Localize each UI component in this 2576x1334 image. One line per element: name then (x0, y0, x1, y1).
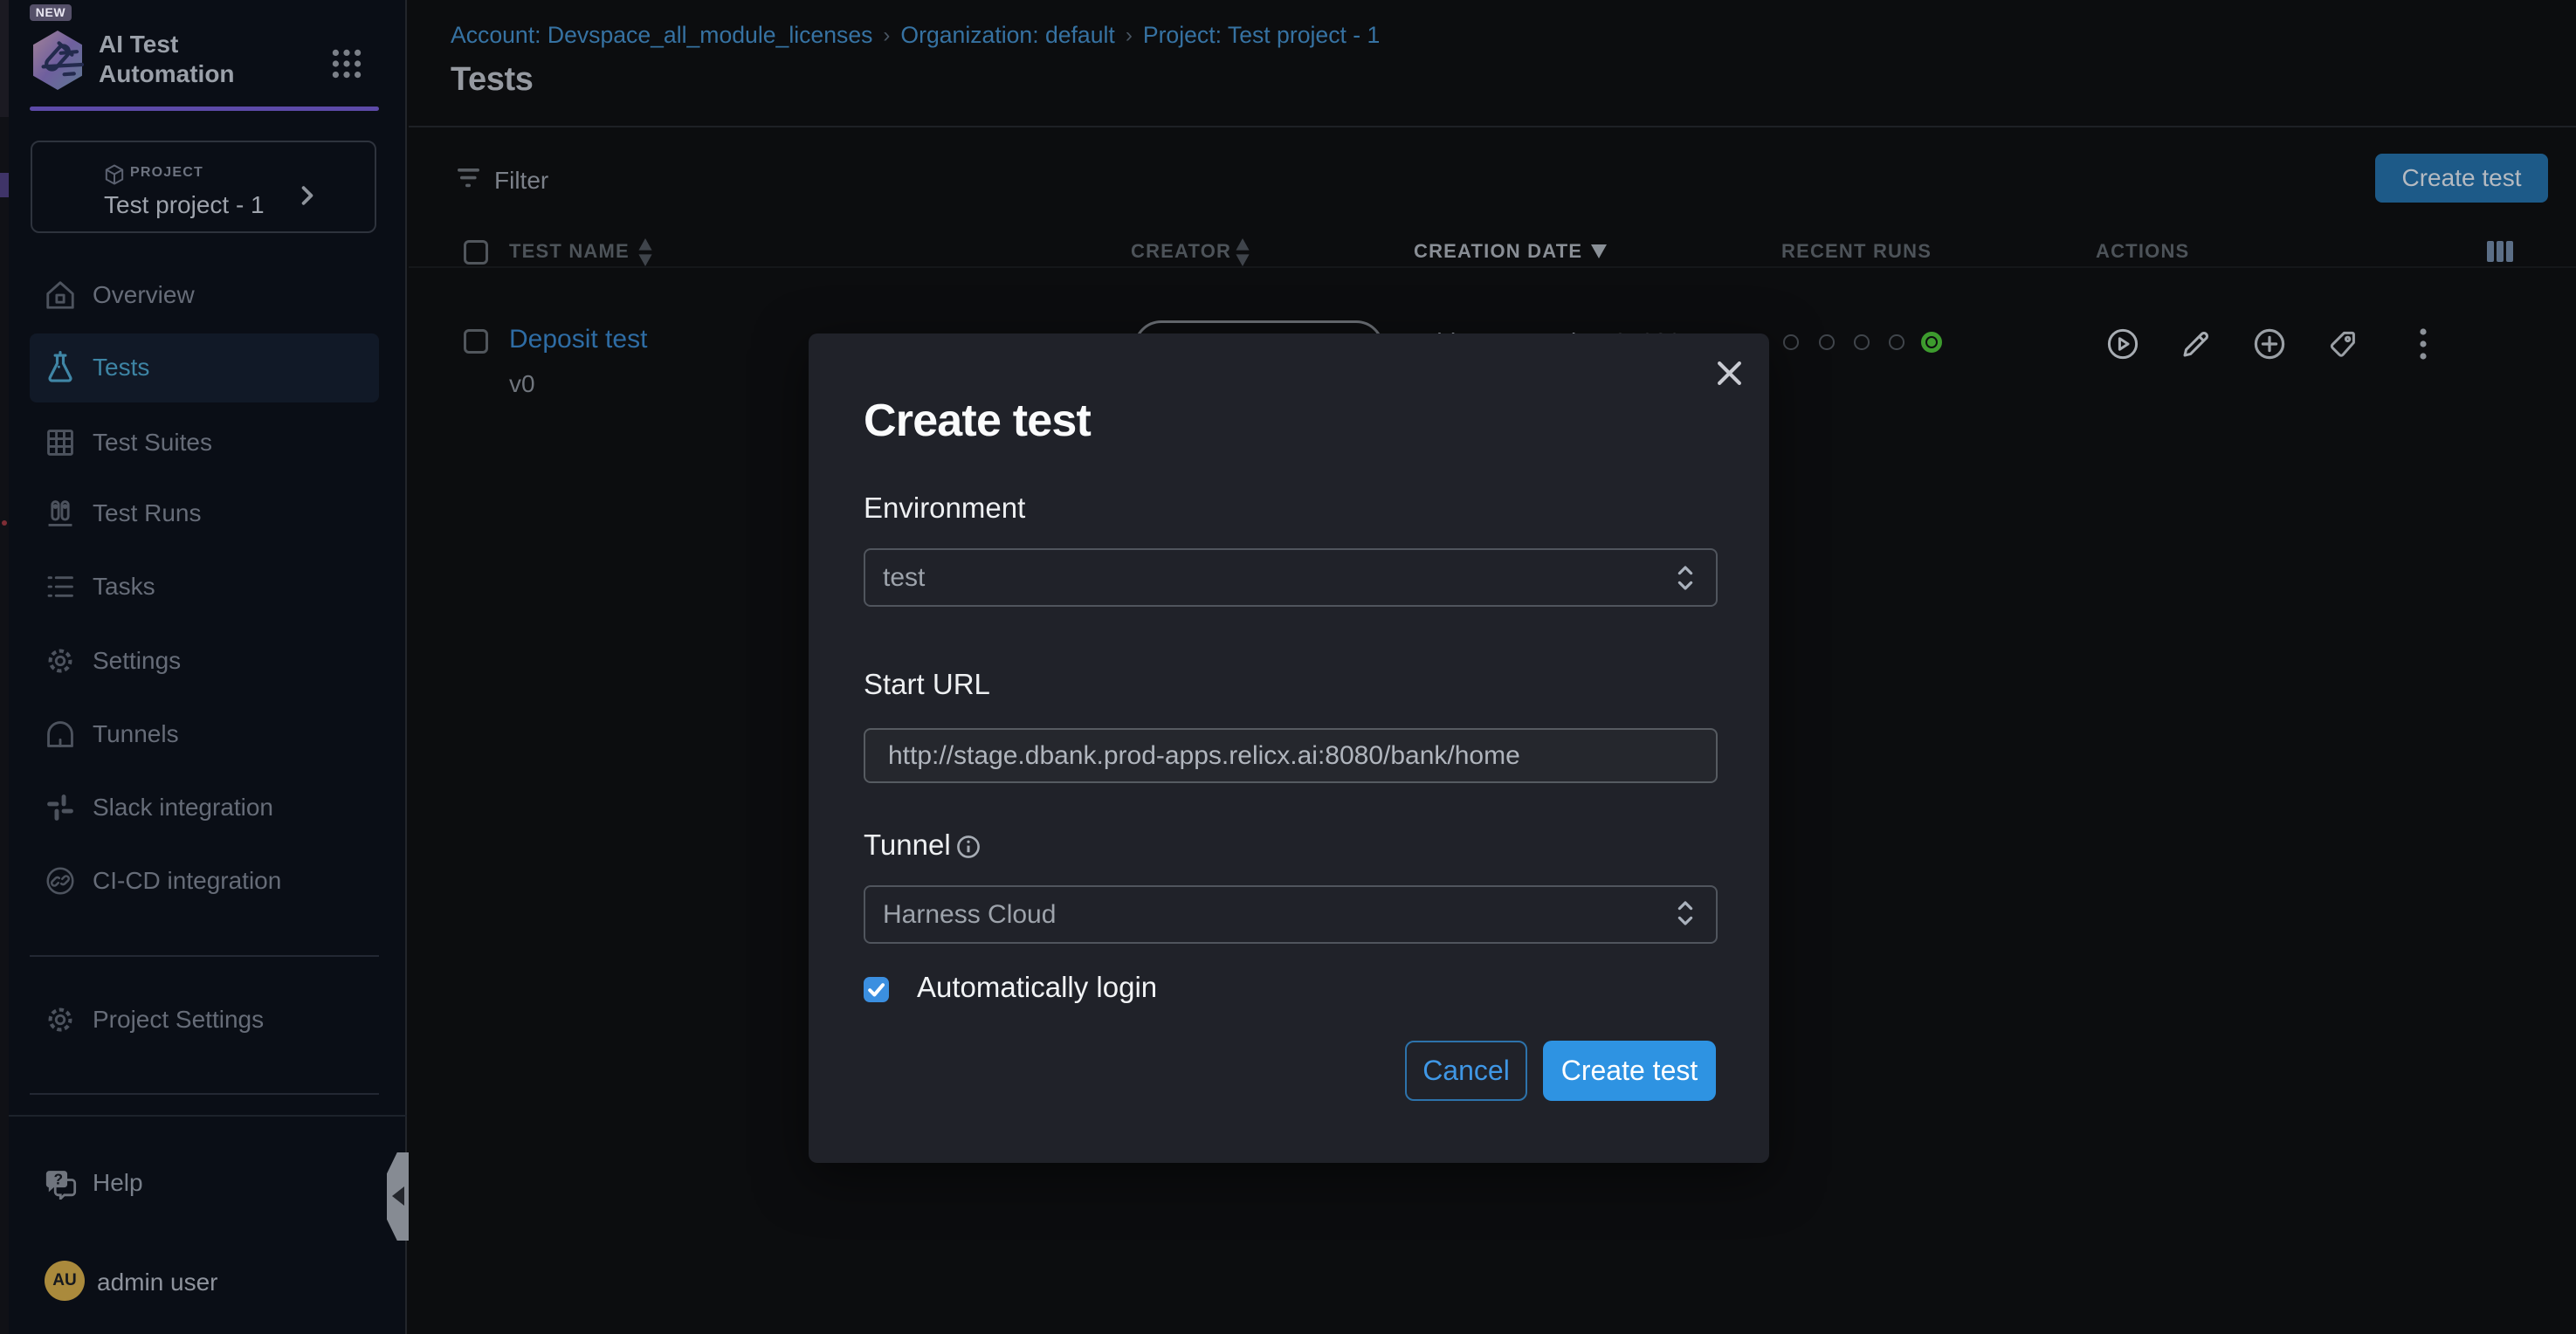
svg-text:?: ? (54, 1171, 64, 1188)
